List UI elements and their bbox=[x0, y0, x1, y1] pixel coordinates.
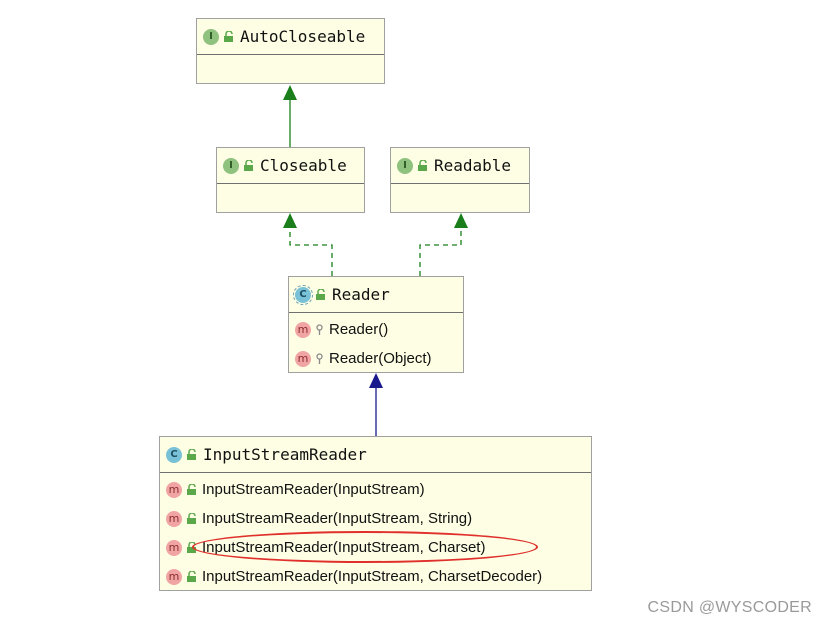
abstract-class-icon: C bbox=[293, 284, 313, 305]
method-icon: m bbox=[166, 510, 182, 527]
node-readable[interactable]: I Readable bbox=[390, 147, 530, 213]
node-reader[interactable]: C Reader m Reader() m Reader(Object) bbox=[288, 276, 464, 373]
member-signature: InputStreamReader(InputStream, Charset) bbox=[202, 539, 486, 556]
members-section bbox=[391, 184, 529, 212]
interface-icon: I bbox=[203, 28, 219, 45]
method-icon: m bbox=[295, 350, 311, 367]
public-lock-icon bbox=[187, 483, 196, 495]
node-header: C InputStreamReader bbox=[160, 437, 591, 473]
protected-key-icon bbox=[316, 352, 323, 364]
node-name: InputStreamReader bbox=[203, 445, 367, 464]
node-inputstreamreader[interactable]: C InputStreamReader m InputStreamReader(… bbox=[159, 436, 592, 591]
member-signature: InputStreamReader(InputStream, CharsetDe… bbox=[202, 568, 543, 585]
members-section bbox=[217, 184, 364, 212]
member-row[interactable]: m InputStreamReader(InputStream) bbox=[160, 475, 591, 504]
watermark: CSDN @WYSCODER bbox=[647, 599, 812, 616]
node-autocloseable[interactable]: I AutoCloseable bbox=[196, 18, 385, 84]
node-header: I AutoCloseable bbox=[197, 19, 384, 55]
arrowhead-closeable bbox=[283, 213, 297, 228]
class-icon: C bbox=[166, 446, 182, 463]
member-row[interactable]: m InputStreamReader(InputStream, Charset… bbox=[160, 562, 591, 591]
members-section: m InputStreamReader(InputStream) m Input… bbox=[160, 473, 591, 591]
member-row[interactable]: m Reader(Object) bbox=[289, 344, 463, 373]
public-lock-icon bbox=[244, 159, 253, 171]
arrowhead-readable bbox=[454, 213, 468, 228]
node-name: Readable bbox=[434, 156, 512, 175]
node-header: I Closeable bbox=[217, 148, 364, 184]
member-signature: InputStreamReader(InputStream, String) bbox=[202, 510, 473, 527]
arrowhead-reader bbox=[369, 373, 383, 388]
member-signature: Reader(Object) bbox=[329, 350, 432, 367]
method-icon: m bbox=[166, 539, 182, 556]
method-icon: m bbox=[295, 321, 311, 338]
interface-icon: I bbox=[397, 157, 413, 174]
node-header: I Readable bbox=[391, 148, 529, 184]
members-section bbox=[197, 55, 384, 83]
public-lock-icon bbox=[187, 512, 196, 524]
members-section: m Reader() m Reader(Object) bbox=[289, 313, 463, 373]
member-row[interactable]: m Reader() bbox=[289, 315, 463, 344]
member-row[interactable]: m InputStreamReader(InputStream, String) bbox=[160, 504, 591, 533]
public-lock-icon bbox=[316, 288, 325, 300]
interface-icon: I bbox=[223, 157, 239, 174]
protected-key-icon bbox=[316, 323, 323, 335]
edge-reader-closeable bbox=[289, 228, 333, 276]
public-lock-icon bbox=[224, 30, 233, 42]
public-lock-icon bbox=[187, 448, 196, 460]
public-lock-icon bbox=[187, 570, 196, 582]
edge-reader-readable bbox=[419, 228, 462, 276]
method-icon: m bbox=[166, 568, 182, 585]
member-signature: InputStreamReader(InputStream) bbox=[202, 481, 425, 498]
member-signature: Reader() bbox=[329, 321, 389, 338]
public-lock-icon bbox=[187, 541, 196, 553]
arrowhead-autocloseable bbox=[283, 85, 297, 100]
method-icon: m bbox=[166, 481, 182, 498]
node-name: Closeable bbox=[260, 156, 347, 175]
node-name: AutoCloseable bbox=[240, 27, 366, 46]
node-header: C Reader bbox=[289, 277, 463, 313]
public-lock-icon bbox=[418, 159, 427, 171]
node-closeable[interactable]: I Closeable bbox=[216, 147, 365, 213]
node-name: Reader bbox=[332, 285, 390, 304]
member-row-highlighted[interactable]: m InputStreamReader(InputStream, Charset… bbox=[160, 533, 591, 562]
